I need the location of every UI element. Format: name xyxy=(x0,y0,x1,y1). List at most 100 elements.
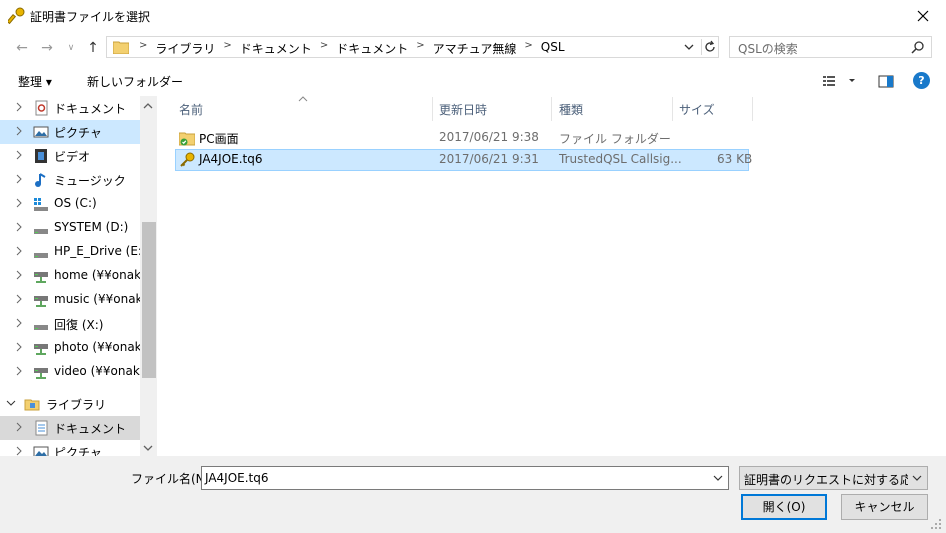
chevron-right-icon[interactable] xyxy=(14,246,24,256)
sync-folder-icon xyxy=(179,132,195,146)
column-header-name[interactable]: 名前 xyxy=(175,97,433,121)
nav-item-home-share[interactable]: home (¥¥onaka_ xyxy=(0,264,140,288)
library-icon xyxy=(24,399,40,411)
breadcrumb-item[interactable]: QSL xyxy=(537,40,569,57)
nav-item-music-share[interactable]: music (¥¥onaka_ xyxy=(0,288,140,312)
filename-value: JA4JOE.tq6 xyxy=(205,471,269,485)
address-history-button[interactable] xyxy=(681,39,697,55)
preview-pane-button[interactable] xyxy=(877,72,895,90)
arrow-right-icon: → xyxy=(41,40,53,56)
filename-field[interactable]: JA4JOE.tq6 xyxy=(201,466,729,490)
chevron-right-icon[interactable] xyxy=(14,102,24,112)
videos-icon xyxy=(35,149,47,163)
column-header-type[interactable]: 種類 xyxy=(555,97,673,121)
details-view-icon xyxy=(823,76,855,86)
nav-item-music[interactable]: ミュージック xyxy=(0,168,140,192)
scroll-up-icon[interactable] xyxy=(143,102,153,110)
drive-icon xyxy=(34,325,48,330)
chevron-right-icon[interactable]: > xyxy=(412,40,428,57)
nav-item-library-pictures[interactable]: ピクチャ xyxy=(0,440,140,456)
nav-item-label: SYSTEM (D:) xyxy=(54,220,129,234)
chevron-right-icon[interactable] xyxy=(14,366,24,376)
chevron-right-icon[interactable] xyxy=(14,198,24,208)
breadcrumb-item[interactable]: ライブラリ xyxy=(151,40,219,57)
column-header-size[interactable]: サイズ xyxy=(675,97,753,121)
nav-item-label: ドキュメント xyxy=(54,102,127,116)
chevron-right-icon[interactable] xyxy=(14,422,24,432)
chevron-right-icon[interactable] xyxy=(14,174,24,184)
key-icon xyxy=(6,7,26,25)
chevron-right-icon[interactable]: > xyxy=(219,40,235,57)
file-row[interactable]: PC画面 2017/06/21 9:38 ファイル フォルダー xyxy=(175,127,749,149)
network-drive-icon xyxy=(34,296,48,307)
open-button[interactable]: 開く(O) xyxy=(741,494,827,520)
nav-item-label: video (¥¥onaka_ xyxy=(54,364,140,378)
chevron-right-icon: > xyxy=(139,40,148,51)
nav-item-label: OS (C:) xyxy=(54,196,97,210)
resize-grip-icon[interactable] xyxy=(930,518,942,530)
scroll-down-icon[interactable] xyxy=(143,444,153,452)
column-header-date[interactable]: 更新日時 xyxy=(435,97,552,121)
file-row-selected[interactable]: JA4JOE.tq6 2017/06/21 9:31 TrustedQSL Ca… xyxy=(175,149,753,171)
nav-item-label: ピクチャ xyxy=(54,446,102,456)
filetype-select[interactable]: 証明書のリクエストに対する応答ファ xyxy=(739,466,928,490)
chevron-down-icon[interactable] xyxy=(712,472,724,484)
nav-item-drive-e[interactable]: HP_E_Drive (E:) xyxy=(0,240,140,264)
chevron-down-icon[interactable] xyxy=(6,398,16,408)
nav-item-label: ドキュメント xyxy=(54,422,127,436)
nav-item-libraries[interactable]: ライブラリ xyxy=(0,392,140,416)
nav-item-documents[interactable]: ドキュメント xyxy=(0,96,140,120)
nav-item-video-share[interactable]: video (¥¥onaka_ xyxy=(0,360,140,384)
file-date: 2017/06/21 9:31 xyxy=(439,152,539,166)
refresh-icon xyxy=(705,40,715,52)
close-button[interactable] xyxy=(900,0,946,31)
address-bar[interactable]: > ライブラリ > ドキュメント > ドキュメント > アマチュア無線 > QS… xyxy=(106,36,719,58)
chevron-right-icon[interactable] xyxy=(14,446,24,456)
breadcrumb-item[interactable]: アマチュア無線 xyxy=(429,40,521,57)
help-button[interactable]: ? xyxy=(913,72,930,89)
file-size: 63 KB xyxy=(717,152,753,166)
nav-item-drive-x[interactable]: 回復 (X:) xyxy=(0,312,140,336)
back-button[interactable]: ← xyxy=(13,39,31,57)
nav-item-label: ピクチャ xyxy=(54,126,102,140)
file-type: ファイル フォルダー xyxy=(559,132,671,146)
nav-scroll-thumb[interactable] xyxy=(142,222,156,378)
nav-item-drive-d[interactable]: SYSTEM (D:) xyxy=(0,216,140,240)
nav-item-label: 回復 (X:) xyxy=(54,318,104,332)
nav-item-label: ミュージック xyxy=(54,174,126,188)
nav-item-videos[interactable]: ビデオ xyxy=(0,144,140,168)
nav-item-drive-c[interactable]: OS (C:) xyxy=(0,192,140,216)
cancel-button[interactable]: キャンセル xyxy=(841,494,928,520)
organize-button[interactable]: 整理 ▾ xyxy=(18,73,52,90)
nav-item-pictures[interactable]: ピクチャ xyxy=(0,120,140,144)
nav-item-library-documents[interactable]: ドキュメント xyxy=(0,416,140,440)
chevron-right-icon[interactable] xyxy=(14,294,24,304)
up-button[interactable]: ↑ xyxy=(84,39,102,57)
chevron-right-icon[interactable] xyxy=(14,150,24,160)
close-icon xyxy=(917,10,929,21)
search-placeholder: QSLの検索 xyxy=(738,42,798,56)
chevron-right-icon[interactable]: > xyxy=(520,40,536,57)
key-file-icon xyxy=(180,152,195,167)
help-icon: ? xyxy=(918,74,925,87)
chevron-right-icon[interactable]: > xyxy=(316,40,332,57)
change-view-button[interactable] xyxy=(822,72,860,90)
arrow-up-icon: ↑ xyxy=(87,40,99,56)
nav-item-label: ビデオ xyxy=(54,150,91,164)
chevron-right-icon[interactable] xyxy=(14,222,24,232)
chevron-right-icon[interactable] xyxy=(14,318,24,328)
chevron-right-icon[interactable] xyxy=(14,270,24,280)
chevron-right-icon[interactable] xyxy=(14,342,24,352)
chevron-right-icon[interactable] xyxy=(14,126,24,136)
refresh-button[interactable] xyxy=(701,39,718,55)
breadcrumb-item[interactable]: ドキュメント xyxy=(236,40,316,57)
nav-item-label: music (¥¥onaka_ xyxy=(54,292,140,306)
new-folder-button[interactable]: 新しいフォルダー xyxy=(87,73,183,90)
breadcrumb-item[interactable]: ドキュメント xyxy=(332,40,412,57)
pictures-icon xyxy=(33,126,49,138)
recent-locations-button[interactable]: ∨ xyxy=(62,39,80,57)
forward-button[interactable]: → xyxy=(38,39,56,57)
filetype-value: 証明書のリクエストに対する応答ファ xyxy=(744,473,908,487)
search-input[interactable]: QSLの検索 xyxy=(729,36,932,58)
nav-item-photo-share[interactable]: photo (¥¥onaka_ xyxy=(0,336,140,360)
